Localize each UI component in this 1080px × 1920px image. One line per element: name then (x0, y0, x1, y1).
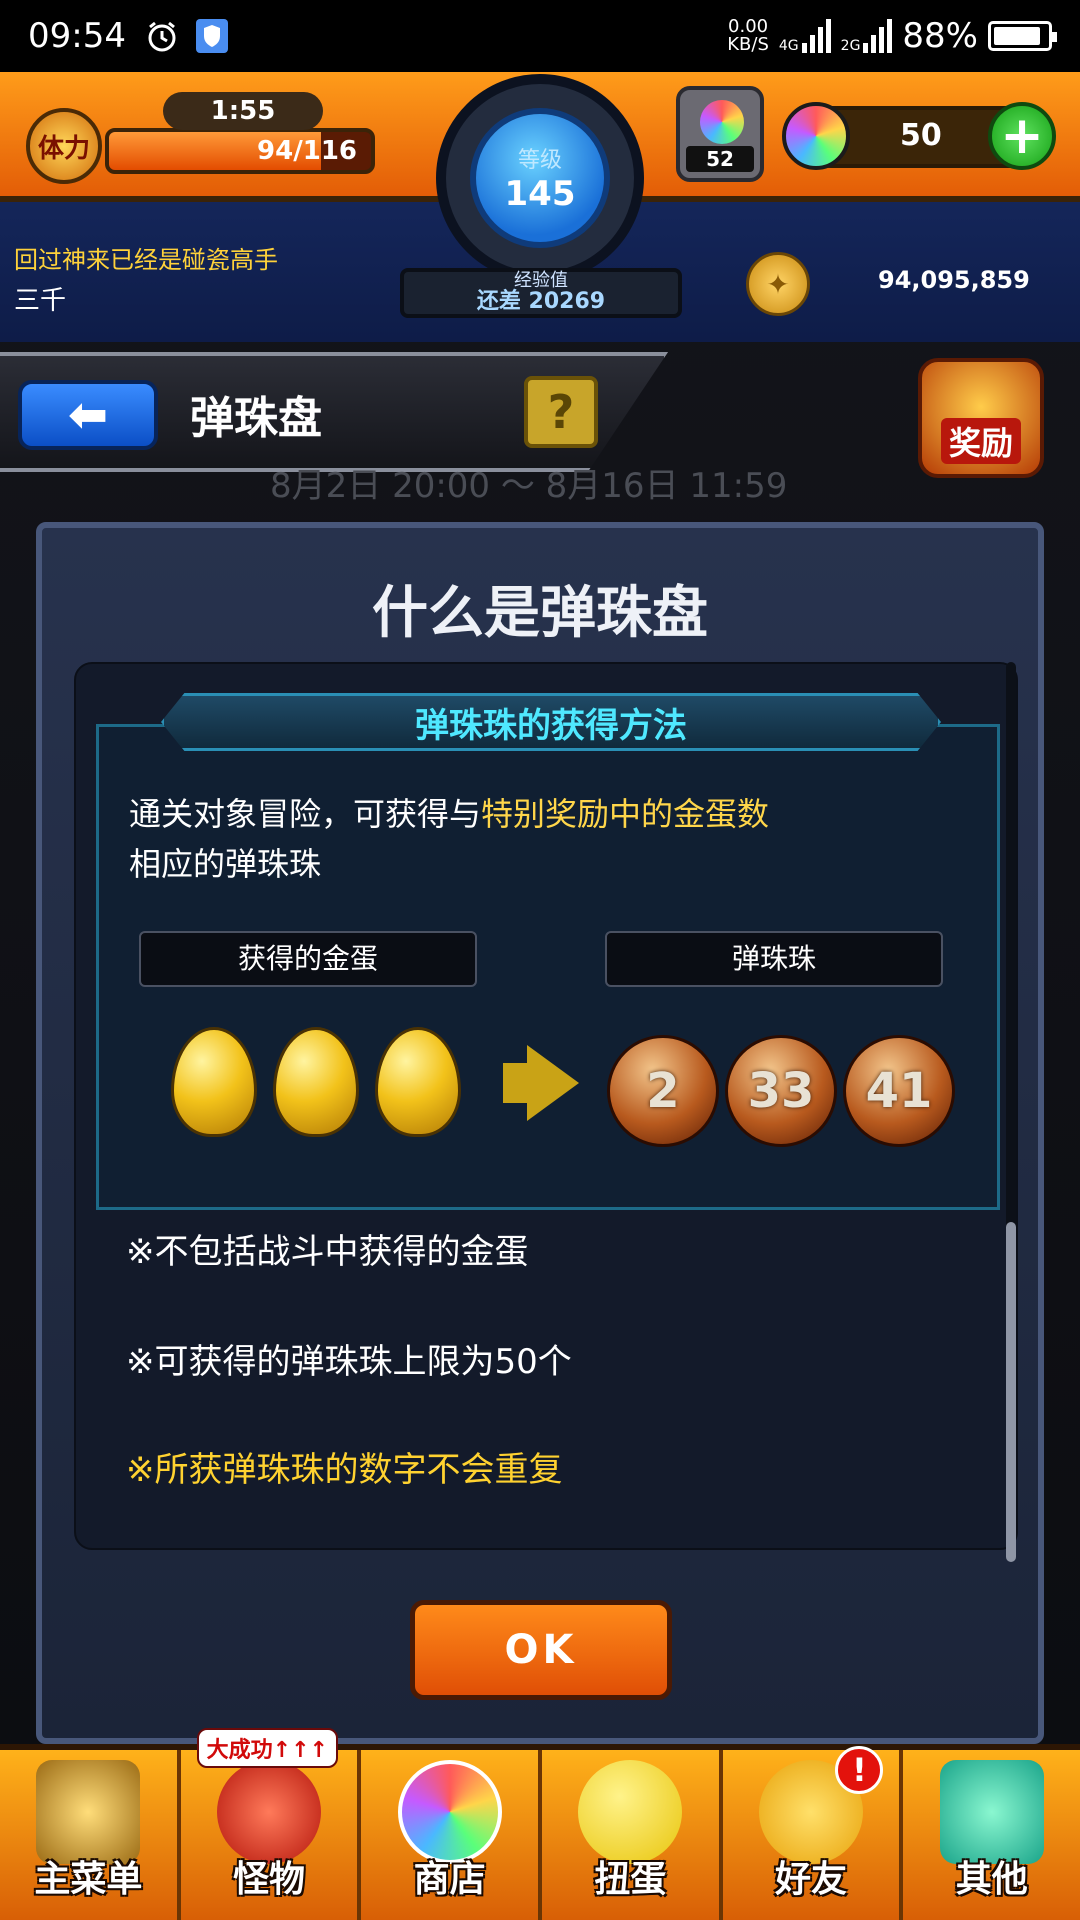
battery-percent: 88% (902, 16, 978, 56)
section-description: 通关对象冒险，可获得与特别奖励中的金蛋数 相应的弹珠珠 (129, 795, 770, 883)
help-button[interactable]: ? (524, 376, 598, 448)
reward-button[interactable]: 奖励 (918, 358, 1044, 478)
stamina-timer: 1:55 (163, 92, 323, 130)
orb-gem-icon (700, 100, 744, 144)
bottom-nav: 主菜单 大成功↑↑↑ 怪物 商店 扭蛋 ! 好友 其他 (0, 1728, 1080, 1920)
status-bar: 09:54 0.00 KB/S 4G 2G 88% (0, 0, 1080, 72)
gold-coin-icon: ✦ (746, 252, 810, 316)
stamina-icon: 体力 (26, 108, 102, 184)
nav-main-menu[interactable]: 主菜单 (0, 1750, 181, 1920)
marble-ball: 2 (607, 1035, 719, 1147)
ok-button[interactable]: OK (410, 1600, 672, 1700)
net-speed: 0.00 KB/S (727, 16, 769, 55)
add-stones-button[interactable]: + (988, 102, 1056, 170)
alert-badge: ! (835, 1746, 884, 1794)
golden-egg-icon (273, 1027, 359, 1137)
screen: 09:54 0.00 KB/S 4G 2G 88% 体力 94/116 1:55… (0, 0, 1080, 1920)
nav-other[interactable]: 其他 (903, 1750, 1080, 1920)
alarm-icon (144, 18, 180, 54)
golden-egg-icon (171, 1027, 257, 1137)
nav-gacha[interactable]: 扭蛋 (542, 1750, 723, 1920)
golden-egg-icon (375, 1027, 461, 1137)
gate-icon (36, 1760, 141, 1864)
note-text-highlight: ※所获弹珠珠的数字不会重复 (126, 1450, 563, 1490)
rainbow-orb-icon (397, 1760, 502, 1864)
battery-icon (988, 21, 1057, 51)
exp-box: 经验值 还差 20269 (400, 268, 682, 318)
scrollbar-thumb[interactable] (1006, 1222, 1016, 1562)
status-time: 09:54 (28, 16, 126, 56)
top-hud: 体力 94/116 1:55 等级 145 经验值 还差 20269 52 50… (0, 72, 1080, 342)
dialog-content[interactable]: 弹珠珠的获得方法 通关对象冒险，可获得与特别奖励中的金蛋数 相应的弹珠珠 获得的… (74, 662, 1018, 1550)
back-button[interactable]: ⬅ (18, 380, 158, 450)
success-badge: 大成功↑↑↑ (196, 1728, 338, 1768)
egg-icon (578, 1760, 683, 1864)
monster-icon (217, 1760, 321, 1864)
level-value: 145 (504, 174, 576, 214)
note-text: ※可获得的弹珠珠上限为50个 (126, 1342, 572, 1382)
username: 回过神来已经是碰瓷高手 (14, 246, 278, 274)
signal-icon: 2G (841, 19, 893, 53)
gold-count: 94,095,859 (878, 266, 1030, 294)
eggs-column-header: 获得的金蛋 (139, 931, 477, 987)
stamina-bar: 94/116 (105, 128, 375, 174)
info-dialog: 什么是弹珠盘 弹珠珠的获得方法 通关对象冒险，可获得与特别奖励中的金蛋数 相应的… (36, 522, 1044, 1744)
rainbow-stone-icon (782, 102, 850, 170)
nav-shop[interactable]: 商店 (361, 1750, 543, 1920)
page-title: 弹珠盘 (190, 393, 322, 444)
event-date-range: 8月2日 20:00 ～ 8月16日 11:59 (270, 466, 788, 506)
marble-ball: 41 (843, 1035, 955, 1147)
arrow-right-icon (527, 1045, 579, 1121)
scrollbar[interactable] (1006, 662, 1016, 1562)
arrow-right-icon (503, 1063, 529, 1103)
stone-count: 50 (900, 118, 942, 153)
nav-monsters[interactable]: 大成功↑↑↑ 怪物 (181, 1728, 362, 1920)
shield-icon (194, 18, 230, 54)
dialog-title: 什么是弹珠盘 (372, 581, 708, 646)
level-badge[interactable]: 等级 145 (436, 74, 644, 282)
nav-friends[interactable]: ! 好友 (723, 1746, 904, 1920)
marble-ball: 33 (725, 1035, 837, 1147)
method-section: 弹珠珠的获得方法 通关对象冒险，可获得与特别奖励中的金蛋数 相应的弹珠珠 获得的… (96, 693, 1000, 1210)
question-icon (939, 1760, 1044, 1864)
note-text: ※不包括战斗中获得的金蛋 (126, 1232, 529, 1272)
signal-icon: 4G (779, 19, 831, 53)
player-name: 三千 (14, 286, 67, 316)
marbles-column-header: 弹珠珠 (605, 931, 943, 987)
orb-counter[interactable]: 52 (676, 86, 764, 182)
section-title: 弹珠珠的获得方法 (161, 693, 941, 751)
